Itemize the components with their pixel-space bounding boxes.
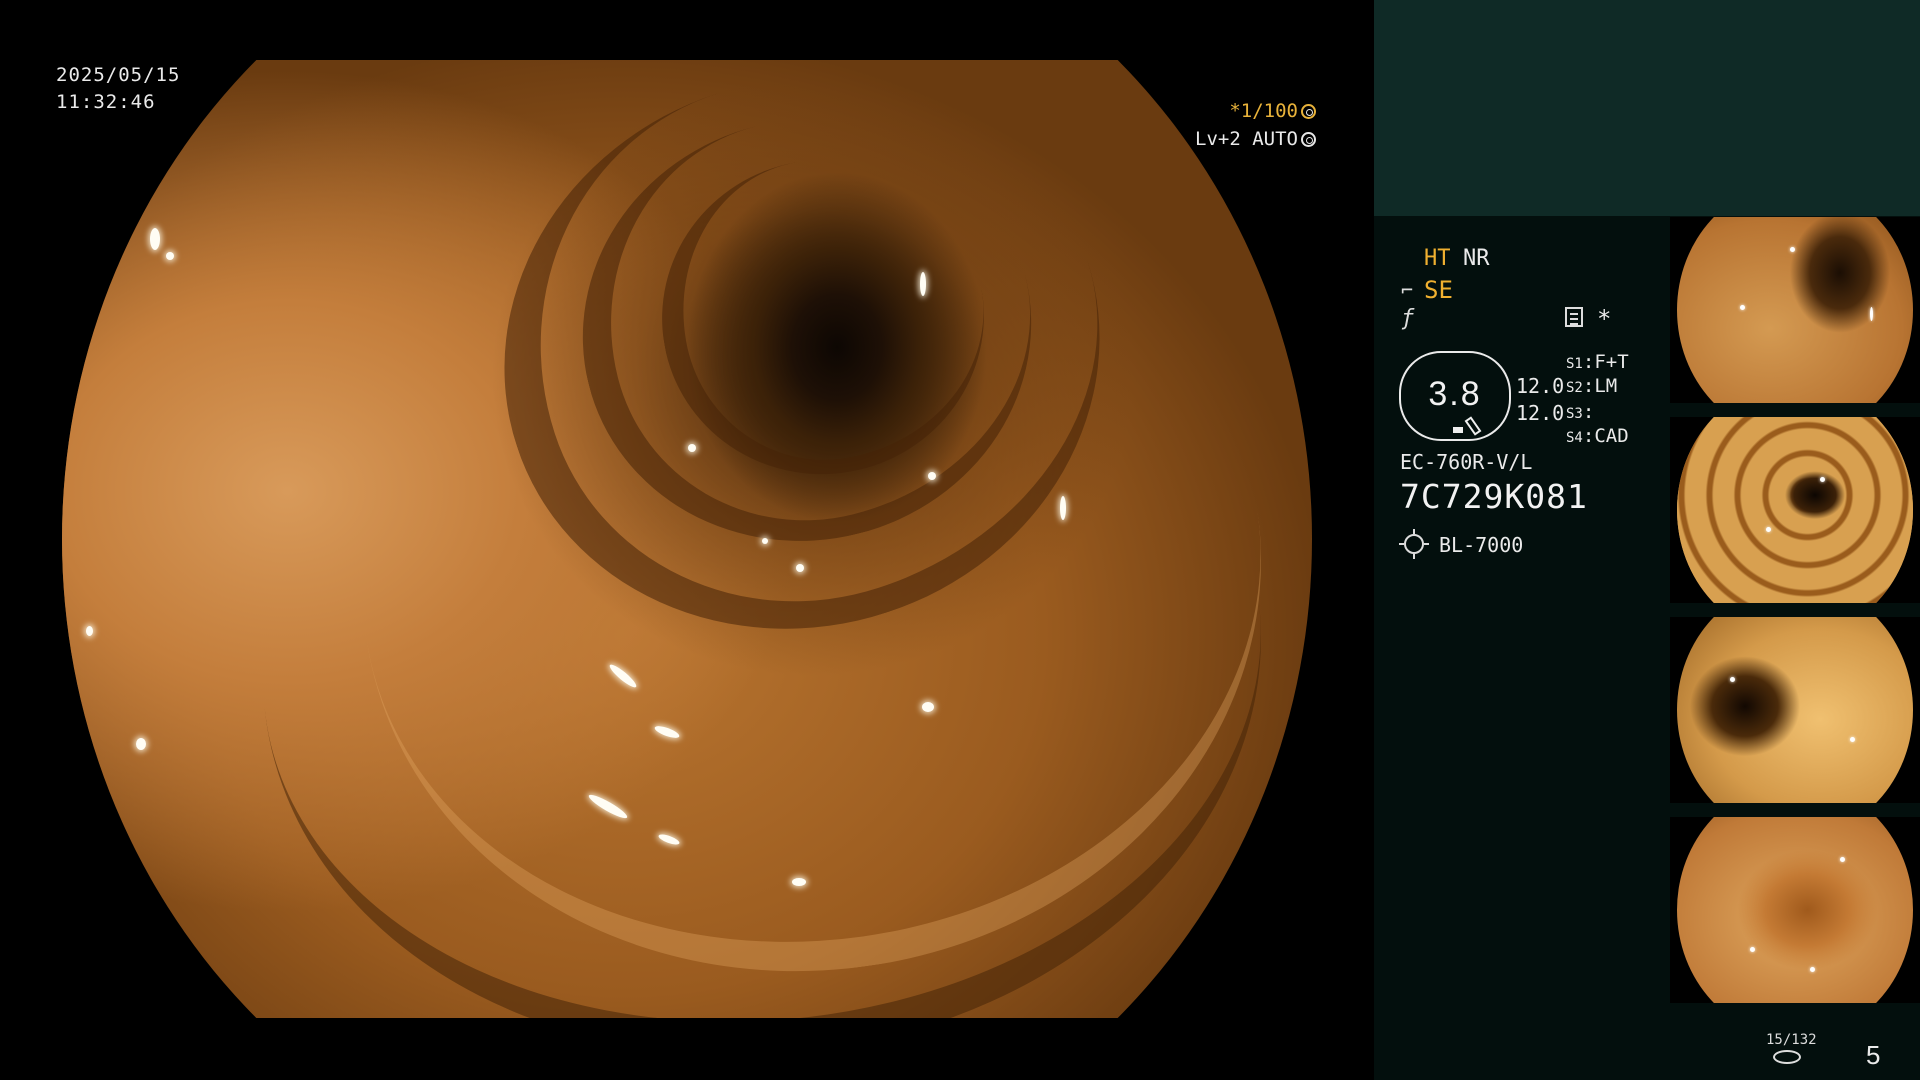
thumbnail-image (1677, 217, 1913, 403)
slot-value: LM (1594, 375, 1618, 397)
page-number: 5 (1866, 1040, 1881, 1070)
brightness-level-readout: Lv+2 AUTO (1195, 126, 1316, 153)
switch-slot-2: S2:LM (1566, 375, 1618, 397)
light-source-model: BL-7000 (1439, 533, 1524, 557)
specular-highlight (1060, 496, 1066, 520)
specular-highlight (792, 878, 806, 886)
color-mode-icon: ƒ (1401, 306, 1415, 331)
slot-key: S2 (1566, 380, 1583, 396)
light-source-icon (1399, 529, 1429, 559)
shutter-gear-icon (1301, 104, 1316, 119)
document-icon (1565, 307, 1583, 327)
image-stack-icon (1773, 1050, 1801, 1064)
value-readout-1: 12.0 (1516, 374, 1565, 398)
captured-image-thumbnail[interactable] (1670, 617, 1920, 803)
specular-highlight (136, 738, 146, 750)
slot-value: CAD (1594, 425, 1629, 447)
brightness-level: Lv+2 AUTO (1195, 128, 1298, 150)
specular-highlight (688, 444, 696, 452)
thumbnail-image (1677, 417, 1913, 603)
specular-highlight (920, 272, 926, 296)
structure-enhance-icon: ⌐ (1401, 278, 1414, 302)
ht-indicator: HT (1424, 246, 1451, 271)
gauge-needle-icon (1464, 416, 1482, 436)
slot-value: F+T (1594, 351, 1629, 373)
slot-key: S1 (1566, 356, 1583, 372)
endoscopy-monitor-screen: 2025/05/15 11:32:46 *1/100 Lv+2 AUTO HT … (0, 0, 1920, 1080)
slot-key: S3 (1566, 406, 1583, 422)
shutter-readout: *1/100 (1229, 98, 1316, 125)
iris-icon (1301, 132, 1316, 147)
zoom-gauge: 3.8 (1399, 351, 1511, 441)
asterisk-indicator: * (1597, 305, 1612, 333)
capture-time: 11:32:46 (56, 91, 156, 113)
captured-image-thumbnail[interactable] (1670, 417, 1920, 603)
gauge-mark-icon (1453, 427, 1463, 433)
captured-image-thumbnail[interactable] (1670, 217, 1920, 403)
se-indicator: SE (1424, 276, 1453, 304)
specular-highlight (796, 564, 804, 572)
gauge-value: 3.8 (1428, 375, 1482, 413)
capture-date: 2025/05/15 (56, 64, 181, 86)
capture-datetime: 2025/05/15 11:32:46 (56, 62, 180, 116)
specular-highlight (922, 702, 934, 712)
info-panel-header (1374, 0, 1920, 216)
specular-highlight (928, 472, 936, 480)
switch-slot-1: S1:F+T (1566, 351, 1629, 373)
value-readout-2: 12.0 (1516, 401, 1565, 425)
scope-model: EC-760R-V/L (1400, 450, 1533, 474)
slot-key: S4 (1566, 430, 1583, 446)
specular-highlight (150, 228, 160, 250)
thumbnail-image (1677, 817, 1913, 1003)
specular-highlight (86, 626, 93, 636)
capture-counter: 15/132 (1766, 1032, 1817, 1048)
switch-slot-3: S3: (1566, 401, 1595, 423)
scope-serial: 7C729K081 (1400, 477, 1588, 516)
specular-highlight (762, 538, 768, 544)
shutter-value: *1/100 (1229, 100, 1298, 122)
live-endoscope-view (62, 60, 1312, 1018)
switch-slot-4: S4:CAD (1566, 425, 1629, 447)
thumbnail-image (1677, 617, 1913, 803)
nr-indicator: NR (1463, 246, 1490, 271)
captured-image-thumbnail[interactable] (1670, 817, 1920, 1003)
specular-highlight (166, 252, 174, 260)
